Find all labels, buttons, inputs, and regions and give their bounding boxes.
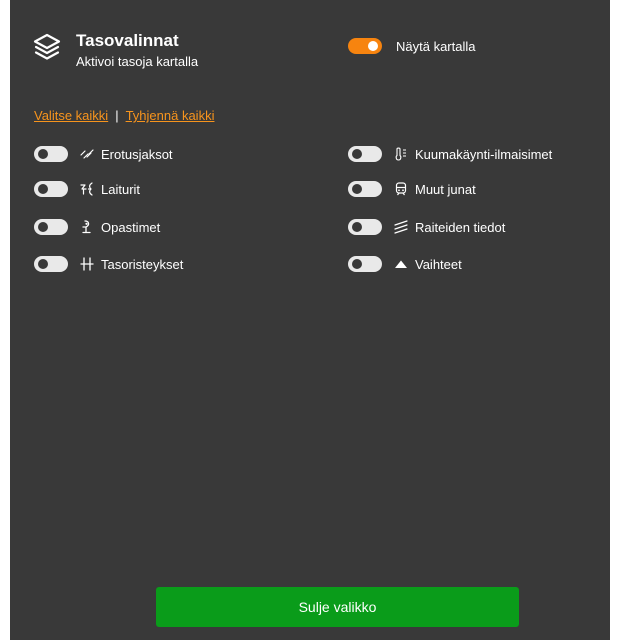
menu-subtitle: Aktivoi tasoja kartalla [76,54,199,69]
layer-label: Erotusjaksot [101,146,173,162]
layer-toggle-muut-junat[interactable] [348,181,382,197]
show-on-map-toggle[interactable] [348,38,382,54]
layer-toggle-vaihteet[interactable] [348,256,382,272]
thermometer-icon [394,147,408,161]
menu-header: Tasovalinnat Aktivoi tasoja kartalla [32,32,198,70]
layer-toggle-erotusjaksot[interactable] [34,146,68,162]
layer-item-opastimet: Opastimet [34,217,160,237]
signal-icon [80,220,94,234]
layer-item-tasoristeykset: Tasoristeykset [34,254,183,274]
layer-label: Muut junat [415,181,476,197]
platform-icon [80,182,94,196]
layer-item-vaihteet: Vaihteet [348,254,462,274]
layer-label: Raiteiden tiedot [415,219,506,235]
show-on-map-label: Näytä kartalla [396,38,476,54]
layer-label: Vaihteet [415,256,462,272]
layer-item-raiteiden-tiedot: Raiteiden tiedot [348,217,505,237]
layer-item-laiturit: Laiturit [34,179,140,199]
layer-label: Opastimet [101,219,161,235]
close-menu-button[interactable]: Sulje valikko [156,587,519,627]
level-crossing-icon [80,257,94,271]
layer-label: Laiturit [101,181,141,197]
header-text: Tasovalinnat Aktivoi tasoja kartalla [76,32,198,70]
layer-item-erotusjaksot: Erotusjaksot [34,144,173,164]
layer-toggle-laiturit[interactable] [34,181,68,197]
selection-links: Valitse kaikki | Tyhjennä kaikki [34,108,214,123]
select-all-link[interactable]: Valitse kaikki [34,108,108,123]
separation-icon [80,147,94,161]
link-separator: | [115,108,119,123]
layer-toggle-tasoristeykset[interactable] [34,256,68,272]
layer-item-muut-junat: Muut junat [348,179,476,199]
train-icon [394,182,408,196]
layer-toggle-raiteiden-tiedot[interactable] [348,219,382,235]
layer-label: Kuumakäynti-ilmaisimet [415,146,553,162]
menu-title: Tasovalinnat [76,31,179,50]
layers-icon [32,32,62,62]
layer-menu-panel: Tasovalinnat Aktivoi tasoja kartalla Näy… [10,0,610,640]
switch-icon [394,257,408,271]
layer-toggle-opastimet[interactable] [34,219,68,235]
layer-toggle-kuumakaynti[interactable] [348,146,382,162]
layer-label: Tasoristeykset [101,256,184,272]
track-info-icon [394,220,408,234]
show-on-map-control: Näytä kartalla [348,38,475,54]
layer-item-kuumakaynti: Kuumakäynti-ilmaisimet [348,144,552,164]
clear-all-link[interactable]: Tyhjennä kaikki [126,108,215,123]
